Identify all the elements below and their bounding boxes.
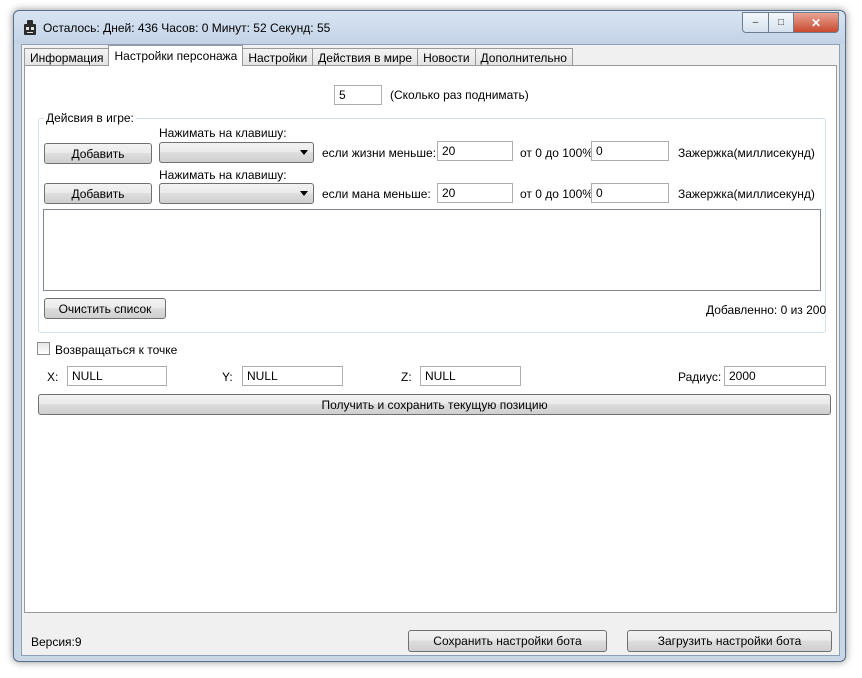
chevron-down-icon	[300, 150, 308, 155]
row2-threshold-input[interactable]: 20	[437, 183, 513, 203]
row2-delay-input[interactable]: 0	[591, 183, 669, 203]
row1-key-label: Нажимать на клавишу:	[159, 126, 287, 140]
maximize-icon: □	[777, 17, 785, 28]
return-to-point-label: Возвращаться к точке	[55, 343, 178, 357]
row2-condition-label: если мана меньше:	[322, 187, 431, 201]
row2-key-select[interactable]	[159, 183, 314, 204]
row2-range-label: от 0 до 100%	[520, 187, 593, 201]
save-settings-button[interactable]: Сохранить настройки бота	[408, 630, 607, 652]
close-button[interactable]: ✕	[794, 12, 839, 33]
row1-condition-label: если жизни меньше:	[322, 146, 437, 160]
version-label: Версия:9	[31, 635, 82, 649]
window-title: Осталось: Дней: 436 Часов: 0 Минут: 52 С…	[43, 21, 331, 35]
app-window: Осталось: Дней: 436 Часов: 0 Минут: 52 С…	[13, 10, 846, 662]
tab-character-settings[interactable]: Настройки персонажа	[108, 45, 244, 66]
radius-input[interactable]: 2000	[724, 366, 826, 386]
row1-add-button[interactable]: Добавить	[44, 143, 152, 164]
clear-list-button[interactable]: Очистить список	[44, 298, 166, 319]
pickup-count-hint: (Сколько раз поднимать)	[390, 88, 529, 102]
maximize-button[interactable]: □	[769, 12, 794, 33]
row1-key-select[interactable]	[159, 142, 314, 163]
minimize-icon: –	[752, 17, 759, 28]
added-count-status: Добавленно: 0 из 200	[706, 303, 827, 317]
y-input[interactable]: NULL	[242, 366, 343, 386]
row1-delay-input[interactable]: 0	[591, 141, 669, 161]
pickup-count-input[interactable]: 5	[334, 85, 382, 105]
tab-page-character-settings: 5 (Сколько раз поднимать) Дейсвия в игре…	[24, 65, 837, 613]
row2-delay-label: Зажержка(миллисекунд)	[678, 187, 815, 201]
tab-settings[interactable]: Настройки	[242, 48, 314, 66]
actions-group-title: Дейсвия в игре:	[44, 111, 136, 125]
load-settings-button[interactable]: Загрузить настройки бота	[627, 630, 832, 652]
z-label: Z:	[401, 370, 412, 384]
caption-buttons: – □ ✕	[742, 12, 839, 33]
tab-extra[interactable]: Дополнительно	[474, 48, 573, 66]
minimize-button[interactable]: –	[742, 12, 769, 33]
title-bar[interactable]: Осталось: Дней: 436 Часов: 0 Минут: 52 С…	[14, 11, 845, 44]
tab-news[interactable]: Новости	[417, 48, 476, 66]
close-icon: ✕	[810, 15, 822, 30]
chevron-down-icon	[300, 191, 308, 196]
get-position-button[interactable]: Получить и сохранить текущую позицию	[38, 394, 831, 415]
tab-info[interactable]: Информация	[24, 48, 110, 66]
tab-strip: Информация Настройки персонажа Настройки…	[24, 45, 573, 66]
tab-world-actions[interactable]: Действия в мире	[312, 48, 419, 66]
return-to-point-checkbox[interactable]	[37, 342, 50, 355]
row1-threshold-input[interactable]: 20	[437, 141, 513, 161]
row2-add-button[interactable]: Добавить	[44, 183, 152, 204]
row1-delay-label: Зажержка(миллисекунд)	[678, 146, 815, 160]
robot-icon	[24, 20, 36, 35]
row1-range-label: от 0 до 100%	[520, 146, 593, 160]
x-input[interactable]: NULL	[67, 366, 167, 386]
radius-label: Радиус:	[678, 370, 722, 384]
row2-key-label: Нажимать на клавишу:	[159, 168, 287, 182]
z-input[interactable]: NULL	[420, 366, 521, 386]
x-label: X:	[47, 370, 59, 384]
actions-listbox[interactable]	[43, 209, 821, 291]
client-area: Информация Настройки персонажа Настройки…	[21, 44, 840, 656]
y-label: Y:	[222, 370, 233, 384]
